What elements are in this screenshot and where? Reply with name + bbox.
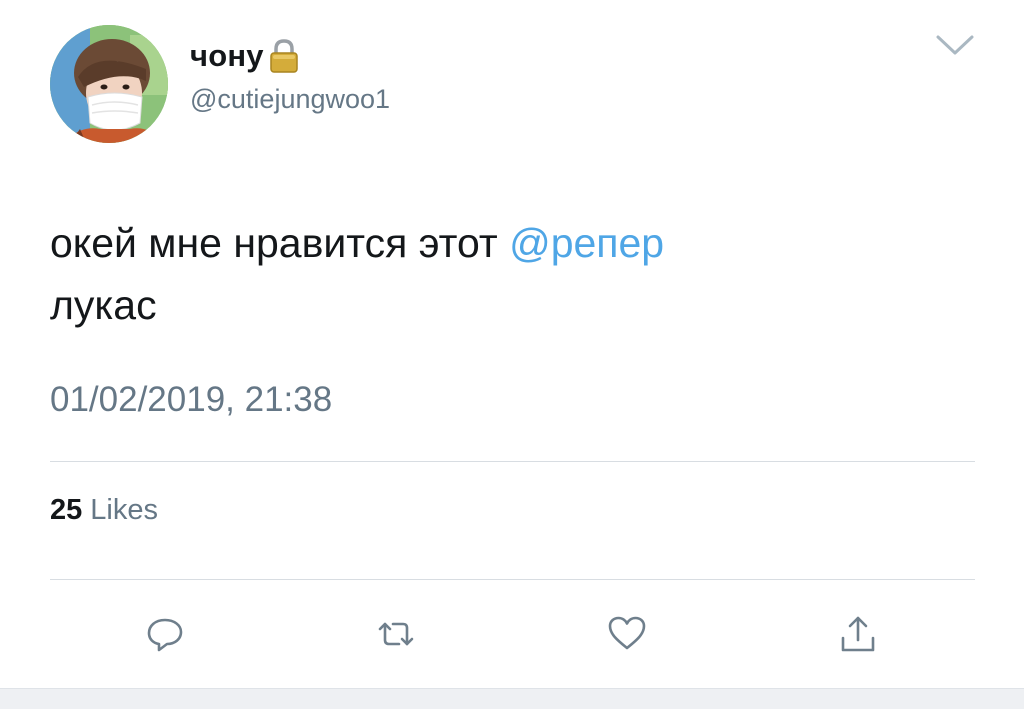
avatar[interactable] (50, 25, 168, 143)
reply-icon (147, 618, 183, 652)
bottom-bar (0, 688, 1024, 709)
lock-icon (268, 38, 300, 74)
tweet-timestamp[interactable]: 01/02/2019, 21:38 (50, 380, 332, 420)
retweet-icon (378, 622, 414, 646)
share-icon (841, 616, 875, 652)
likes-count[interactable]: 25 Likes (50, 494, 158, 527)
divider (50, 461, 975, 462)
share-button[interactable] (836, 612, 880, 656)
heart-icon (608, 616, 646, 650)
mention-link[interactable]: @репер (509, 220, 664, 266)
reply-button[interactable] (143, 612, 187, 656)
like-button[interactable] (605, 612, 649, 656)
profile-photo (50, 25, 168, 143)
likes-label: Likes (90, 494, 158, 526)
tweet-detail-view: чону @cutiejungwoo1 окей мне нравится эт… (0, 0, 1024, 709)
author-name-row[interactable]: чону (190, 36, 300, 76)
retweet-button[interactable] (374, 612, 418, 656)
likes-number: 25 (50, 494, 83, 526)
tweet-text: окей мне нравится этот @репер лукас (50, 212, 950, 336)
display-name[interactable]: чону (190, 38, 264, 74)
divider (50, 579, 975, 580)
chevron-down-icon[interactable] (934, 30, 976, 60)
tweet-text-part: лукас (50, 282, 157, 328)
username-handle[interactable]: @cutiejungwoo1 (190, 84, 390, 115)
tweet-text-part: окей мне нравится этот (50, 220, 510, 266)
